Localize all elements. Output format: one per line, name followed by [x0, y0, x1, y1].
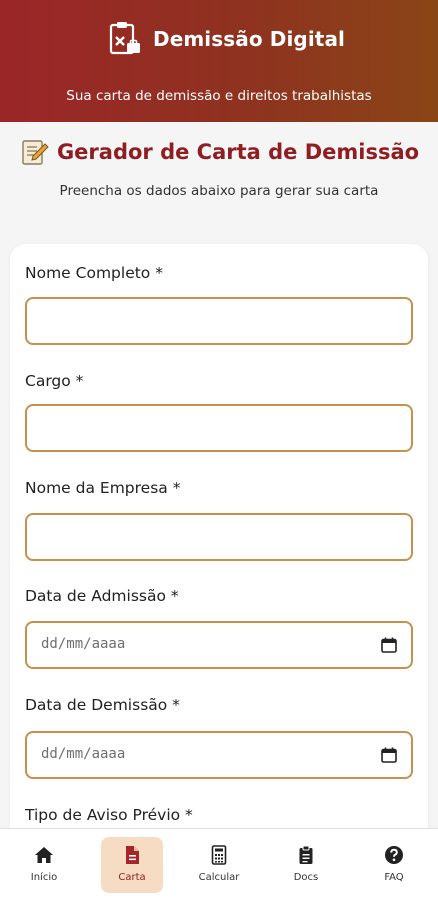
company-name-input[interactable]: [25, 513, 413, 561]
admission-date-input[interactable]: dd/mm/aaaa: [25, 621, 413, 669]
nav-item-calculate[interactable]: Calcular: [188, 837, 250, 893]
dismissal-date-label: Data de Demissão *: [25, 696, 180, 714]
admission-date-placeholder: dd/mm/aaaa: [41, 636, 126, 652]
dismissal-date-input[interactable]: dd/mm/aaaa: [25, 731, 413, 779]
nav-label-docs: Docs: [293, 872, 319, 883]
calendar-icon[interactable]: [380, 746, 398, 764]
nav-item-faq[interactable]: FAQ: [363, 837, 425, 893]
clipboard-x-icon: [109, 22, 140, 55]
document-icon: [126, 846, 139, 864]
calculator-icon: [211, 845, 227, 865]
calendar-icon[interactable]: [380, 636, 398, 654]
page-heading: Gerador de Carta de Demissão Preencha os…: [0, 137, 438, 199]
home-icon: [35, 847, 53, 863]
clipboard-icon: [299, 845, 313, 864]
app-header: Demissão Digital Sua carta de demissão e…: [0, 0, 438, 122]
company-name-label: Nome da Empresa *: [25, 479, 181, 497]
question-icon: [385, 846, 403, 864]
page-description: Preencha os dados abaixo para gerar sua …: [59, 183, 379, 199]
dismissal-date-placeholder: dd/mm/aaaa: [41, 746, 126, 762]
full-name-input[interactable]: [25, 297, 413, 345]
nav-item-letter[interactable]: Carta: [101, 837, 163, 893]
memo-icon: [22, 140, 49, 165]
nav-item-docs[interactable]: Docs: [275, 837, 337, 893]
bottom-navigation: Início Carta Calcular Docs FAQ: [0, 828, 438, 900]
notice-type-label: Tipo de Aviso Prévio *: [25, 806, 193, 824]
brand: Demissão Digital: [105, 20, 345, 58]
nav-item-home[interactable]: Início: [13, 837, 75, 893]
app-title: Demissão Digital: [153, 27, 346, 51]
job-title-input[interactable]: [25, 404, 413, 452]
page-title: Gerador de Carta de Demissão: [56, 140, 420, 164]
nav-label-letter: Carta: [118, 872, 146, 883]
nav-label-home: Início: [30, 872, 58, 883]
nav-label-calculate: Calcular: [198, 872, 240, 883]
app-subtitle: Sua carta de demissão e direitos trabalh…: [66, 88, 372, 104]
full-name-label: Nome Completo *: [25, 264, 163, 282]
job-title-label: Cargo *: [25, 372, 84, 390]
nav-label-faq: FAQ: [384, 872, 404, 883]
admission-date-label: Data de Admissão *: [25, 587, 179, 605]
